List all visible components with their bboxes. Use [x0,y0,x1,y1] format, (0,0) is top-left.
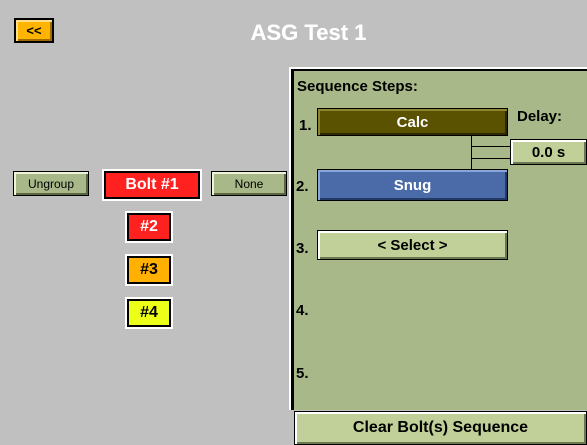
bolt-4-button[interactable]: #4 [125,297,173,329]
step-3-select-button[interactable]: < Select > [317,230,508,260]
step-number-1: 1. [299,117,312,134]
bolt-1-button[interactable]: Bolt #1 [102,169,202,201]
step-2-button[interactable]: Snug [317,169,508,201]
bolt-3-button[interactable]: #3 [125,254,173,286]
step-number-3: 3. [296,240,309,257]
step-connector [471,146,510,147]
step-connector [471,158,510,159]
step-number-4: 4. [296,302,309,319]
step-connector [471,136,472,169]
step-number-2: 2. [296,178,309,195]
step-number-5: 5. [296,365,309,382]
delay-value-field[interactable]: 0.0 s [510,139,587,165]
clear-sequence-button[interactable]: Clear Bolt(s) Sequence [294,411,587,445]
delay-label: Delay: [517,108,563,125]
bolt-2-button[interactable]: #2 [125,211,173,243]
sequence-title: Sequence Steps: [297,78,418,95]
none-button[interactable]: None [211,171,287,196]
ungroup-button[interactable]: Ungroup [13,171,89,196]
step-1-button[interactable]: Calc [317,108,508,136]
page-title: ASG Test 1 [250,20,367,45]
